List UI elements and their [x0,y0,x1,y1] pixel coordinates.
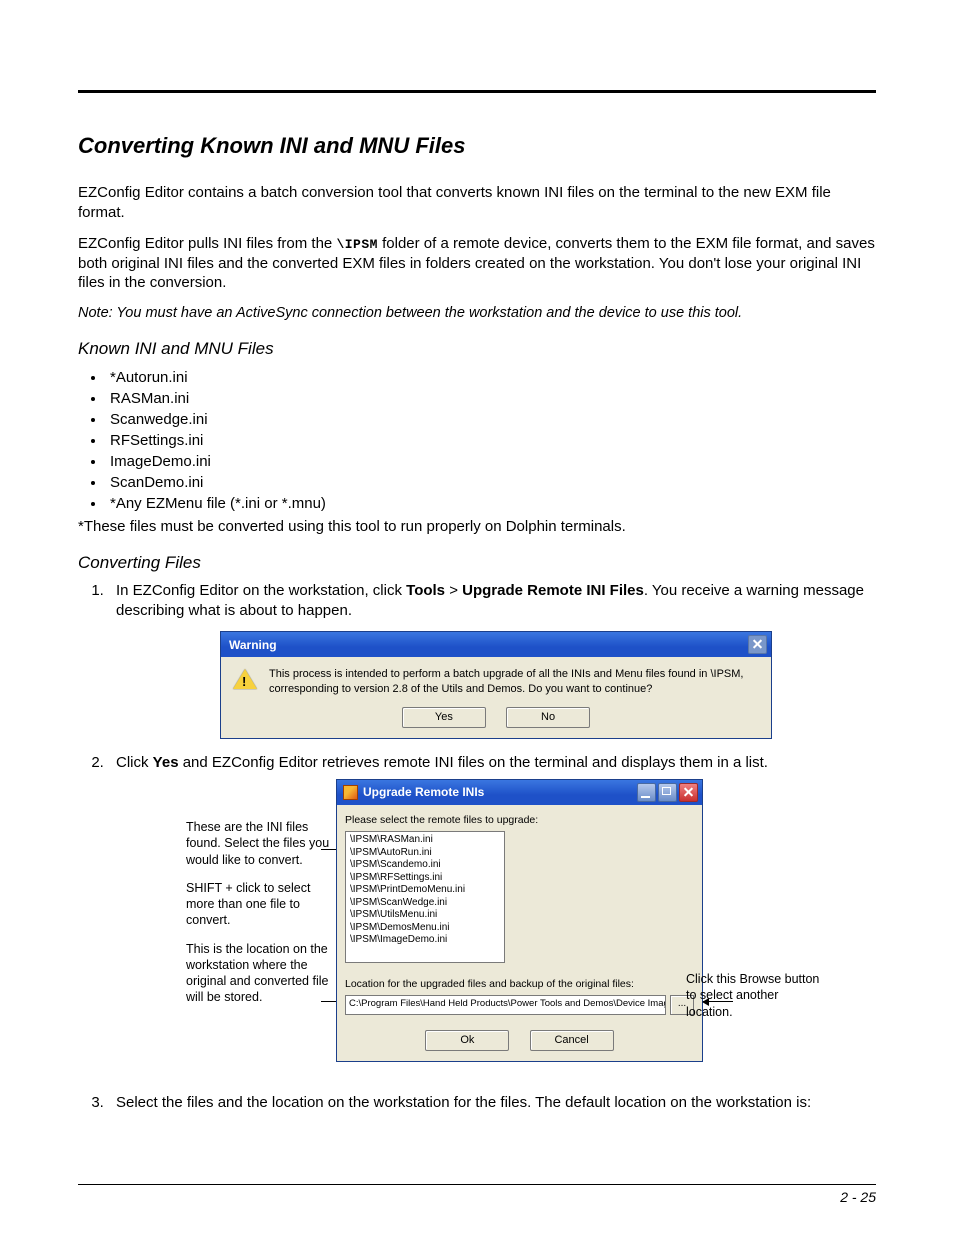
step-1: In EZConfig Editor on the workstation, c… [108,581,876,739]
minimize-icon[interactable] [637,783,656,802]
list-item[interactable]: \IPSM\Scandemo.ini [350,859,500,872]
p2-part-a: EZConfig Editor pulls INI files from the [78,235,336,252]
close-icon[interactable] [748,635,767,654]
step-2: Click Yes and EZConfig Editor retrieves … [108,753,876,1079]
ipsm-path: \IPSM [336,237,378,252]
list-item: RASMan.ini [106,388,876,409]
location-section: Location for the upgraded files and back… [345,977,694,1015]
warning-icon [233,669,257,689]
step1-text-a: In EZConfig Editor on the workstation, c… [116,582,406,599]
close-icon[interactable] [679,783,698,802]
yes-button[interactable]: Yes [402,707,486,728]
page-footer: 2 - 25 [78,1184,876,1205]
left-annotations: These are the INI files found. Select th… [186,819,331,1018]
top-rule [78,90,876,93]
activesync-note: Note: You must have an ActiveSync connec… [78,305,876,321]
warning-message: This process is intended to perform a ba… [269,667,759,696]
right-annotation: Click this Browse button to select anoth… [686,971,821,1020]
remote-file-list[interactable]: \IPSM\RASMan.ini \IPSM\AutoRun.ini \IPSM… [345,831,505,963]
step1-gt: > [445,582,462,599]
intro-paragraph-2: EZConfig Editor pulls INI files from the… [78,234,876,293]
step1-upgrade: Upgrade Remote INI Files [462,582,644,599]
upgrade-prompt: Please select the remote files to upgrad… [345,813,694,827]
list-item[interactable]: \IPSM\PrintDemoMenu.ini [350,884,500,897]
list-item: ScanDemo.ini [106,472,876,493]
list-item[interactable]: \IPSM\UtilsMenu.ini [350,909,500,922]
list-item: Scanwedge.ini [106,409,876,430]
step2-yes: Yes [153,754,179,771]
window-buttons [637,783,698,802]
ok-button[interactable]: Ok [425,1030,509,1051]
upgrade-title: Upgrade Remote INIs [363,784,484,800]
list-item: ImageDemo.ini [106,451,876,472]
known-files-list: *Autorun.ini RASMan.ini Scanwedge.ini RF… [78,367,876,514]
list-item[interactable]: \IPSM\RASMan.ini [350,834,500,847]
list-item: *Any EZMenu file (*.ini or *.mnu) [106,493,876,514]
document-page: Converting Known INI and MNU Files EZCon… [0,0,954,1235]
section-title: Converting Known INI and MNU Files [78,133,876,159]
intro-paragraph-1: EZConfig Editor contains a batch convers… [78,183,876,222]
no-button[interactable]: No [506,707,590,728]
warning-title: Warning [229,637,277,653]
annot-files-found: These are the INI files found. Select th… [186,819,331,868]
warning-titlebar: Warning [221,632,771,657]
cancel-button[interactable]: Cancel [530,1030,614,1051]
step2-text-a: Click [116,754,153,771]
upgrade-body: Please select the remote files to upgrad… [337,805,702,1061]
known-files-footnote: *These files must be converted using thi… [78,518,876,535]
upgrade-titlebar: Upgrade Remote INIs [337,780,702,805]
list-item[interactable]: \IPSM\ScanWedge.ini [350,897,500,910]
list-item: RFSettings.ini [106,430,876,451]
page-number: 2 - 25 [840,1189,876,1205]
annot-shift-click: SHIFT + click to select more than one fi… [186,880,331,929]
list-item[interactable]: \IPSM\DemosMenu.ini [350,922,500,935]
location-label: Location for the upgraded files and back… [345,977,694,991]
maximize-icon[interactable] [658,783,677,802]
warning-dialog: Warning This process is intended to perf… [220,631,772,738]
upgrade-figure: These are the INI files found. Select th… [116,779,876,1079]
list-item[interactable]: \IPSM\ImageDemo.ini [350,934,500,947]
step1-tools: Tools [406,582,445,599]
annot-location: This is the location on the workstation … [186,941,331,1006]
subhead-converting: Converting Files [78,553,876,573]
upgrade-buttons: Ok Cancel [345,1029,694,1051]
steps-list: In EZConfig Editor on the workstation, c… [78,581,876,1113]
list-item[interactable]: \IPSM\RFSettings.ini [350,872,500,885]
app-icon [343,785,358,800]
list-item[interactable]: \IPSM\AutoRun.ini [350,847,500,860]
subhead-known-files: Known INI and MNU Files [78,339,876,359]
list-item: *Autorun.ini [106,367,876,388]
upgrade-dialog: Upgrade Remote INIs Please select the re… [336,779,703,1062]
warning-buttons: Yes No [221,698,771,738]
step2-text-c: and EZConfig Editor retrieves remote INI… [179,754,768,771]
location-input[interactable]: C:\Program Files\Hand Held Products\Powe… [345,995,666,1015]
step-3: Select the files and the location on the… [108,1093,876,1113]
warning-body: This process is intended to perform a ba… [221,657,771,698]
